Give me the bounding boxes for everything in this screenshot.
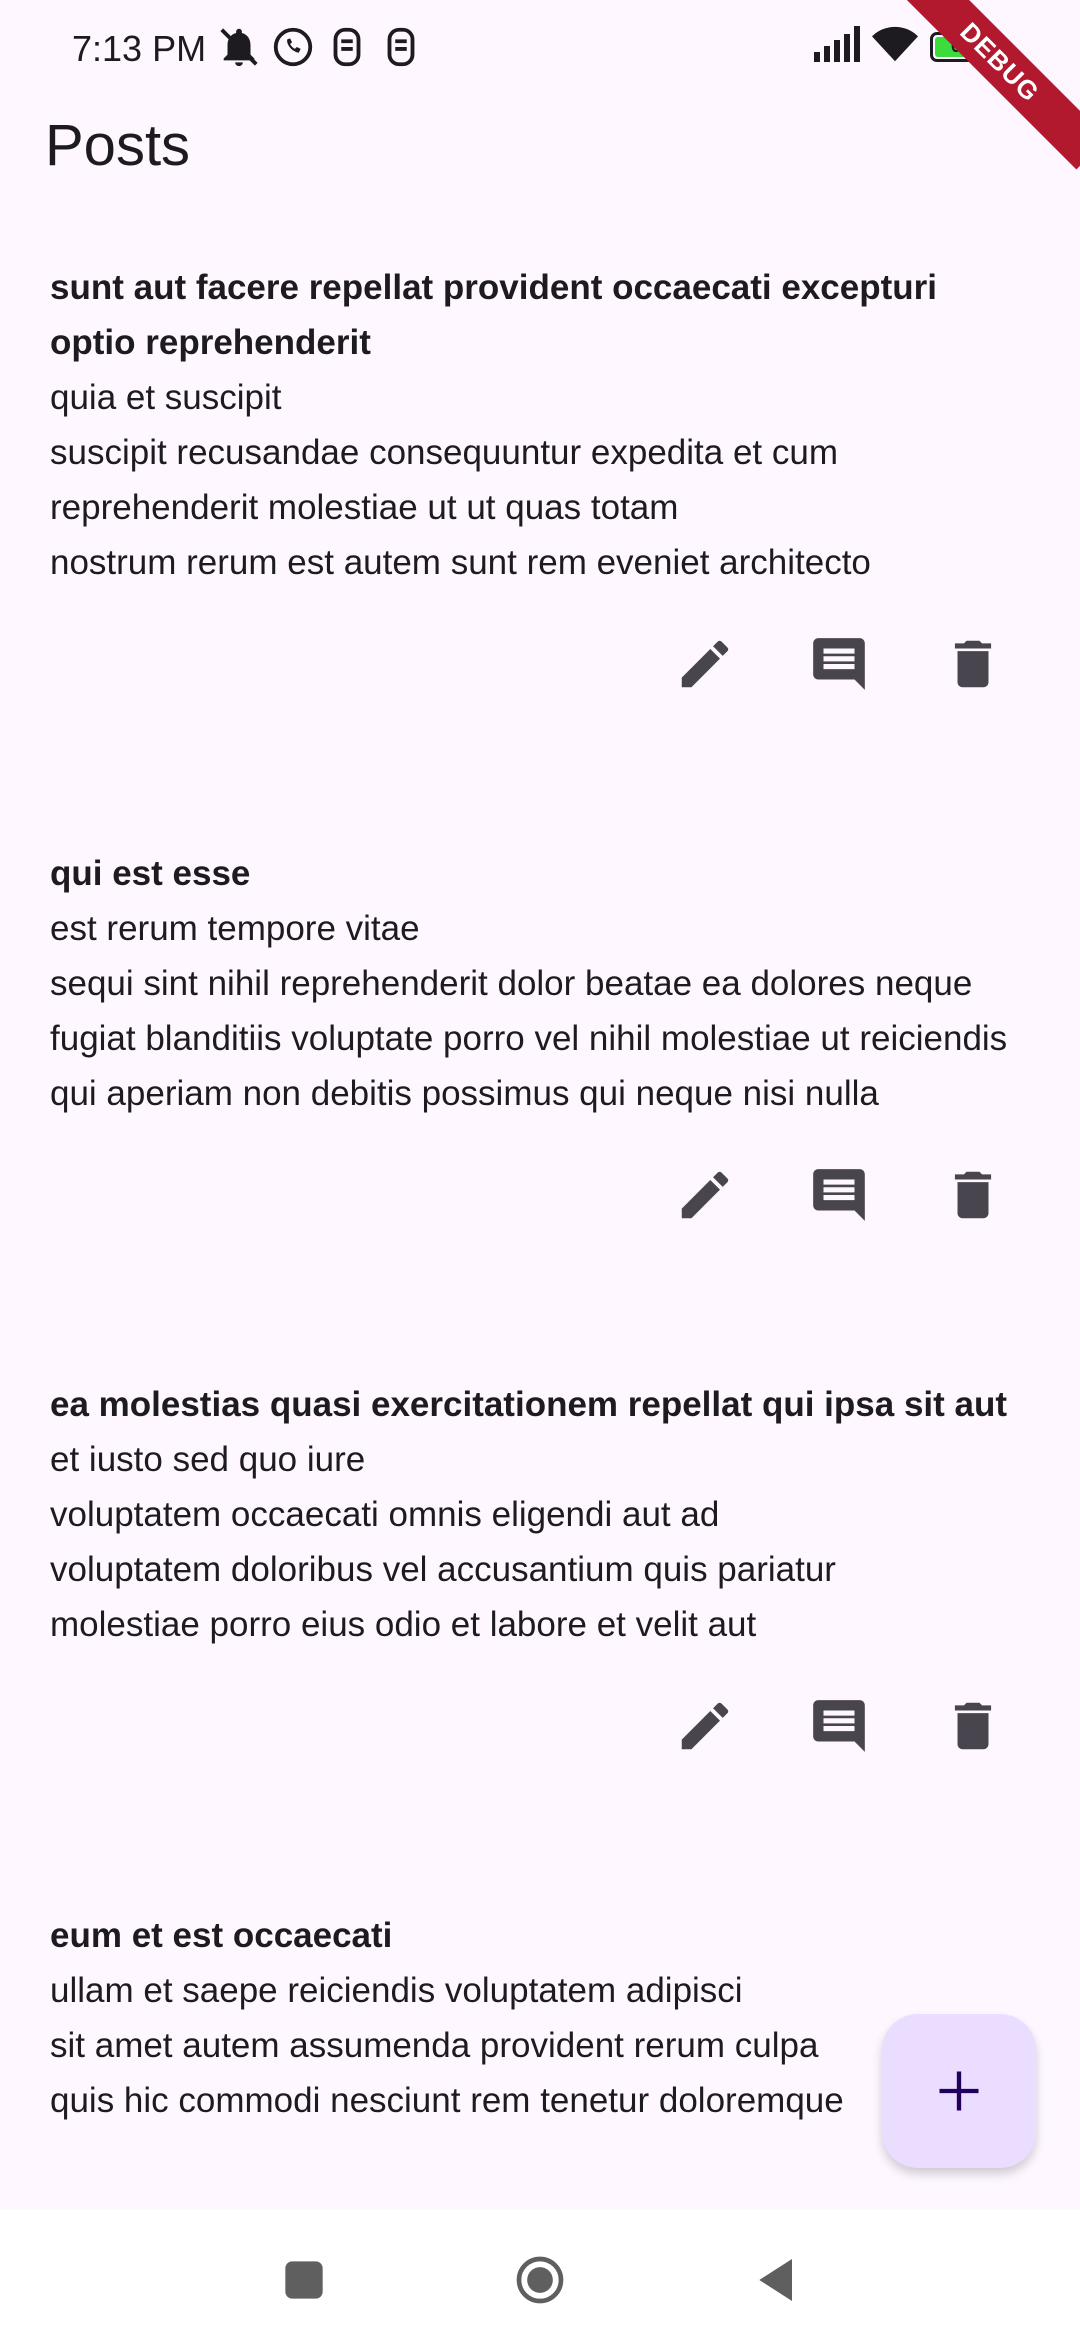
comment-button[interactable]: [807, 1694, 871, 1758]
post-item: ea molestias quasi exercitationem repell…: [0, 1377, 1080, 1758]
comment-icon: [813, 1169, 865, 1221]
post-item: qui est esse est rerum tempore vitae seq…: [0, 846, 1080, 1227]
edit-button[interactable]: [673, 1163, 737, 1227]
post-body: est rerum tempore vitae sequi sint nihil…: [50, 909, 1008, 1113]
post-body: et iusto sed quo iure voluptatem occaeca…: [50, 1440, 836, 1644]
delete-icon: [954, 640, 992, 688]
comment-button[interactable]: [807, 1163, 871, 1227]
delete-button[interactable]: [941, 632, 1005, 696]
edit-icon: [681, 1702, 729, 1750]
post-title: qui est esse: [50, 854, 251, 893]
wifi-icon: [872, 26, 918, 67]
comment-icon: [813, 1700, 865, 1752]
page-title: Posts: [45, 113, 191, 178]
notification-icons: [216, 24, 424, 75]
add-icon: [939, 2071, 979, 2111]
post-title: ea molestias quasi exercitationem repell…: [50, 1385, 1008, 1424]
delete-icon: [954, 1702, 992, 1750]
comment-icon: [813, 638, 865, 690]
notification-app-icon: [378, 24, 424, 75]
edit-button[interactable]: [673, 1694, 737, 1758]
delete-icon: [954, 1171, 992, 1219]
comment-button[interactable]: [807, 632, 871, 696]
status-bar: 7:13 PM 60: [0, 0, 1080, 100]
post-actions: [50, 1694, 1030, 1758]
whatsapp-icon: [270, 24, 316, 75]
posts-list[interactable]: sunt aut facere repellat provident occae…: [0, 260, 1080, 2210]
back-triangle-icon: [759, 2259, 792, 2301]
recents-button[interactable]: [274, 2250, 334, 2310]
edit-icon: [681, 1171, 729, 1219]
status-time: 7:13 PM: [72, 28, 207, 69]
signal-icon: [812, 26, 860, 67]
post-title: sunt aut facere repellat provident occae…: [50, 268, 937, 362]
add-post-button[interactable]: [882, 2014, 1036, 2168]
recents-square-icon: [285, 2261, 323, 2299]
bell-off-icon: [216, 24, 262, 75]
post-actions: [50, 1163, 1030, 1227]
notification-app-icon: [324, 24, 370, 75]
home-button[interactable]: [510, 2250, 570, 2310]
delete-button[interactable]: [941, 1163, 1005, 1227]
edit-icon: [681, 640, 729, 688]
post-title: eum et est occaecati: [50, 1916, 393, 1955]
post-item: sunt aut facere repellat provident occae…: [0, 260, 1080, 696]
post-actions: [50, 632, 1030, 696]
delete-button[interactable]: [941, 1694, 1005, 1758]
edit-button[interactable]: [673, 632, 737, 696]
system-nav-bar: [0, 2210, 1080, 2340]
back-button[interactable]: [748, 2250, 808, 2310]
home-circle-icon: [516, 2256, 564, 2304]
post-body: quia et suscipit suscipit recusandae con…: [50, 378, 871, 582]
